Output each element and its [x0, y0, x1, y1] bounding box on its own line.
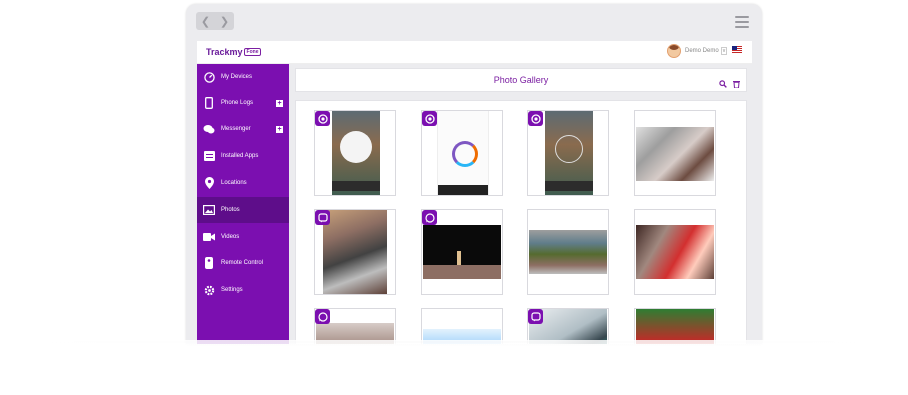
app-screen: Trackmy Fone Demo Demo v My Devices Phone… [197, 41, 752, 344]
avatar [667, 44, 681, 58]
whatsapp-icon [422, 210, 437, 225]
camera-shutter-icon [528, 111, 543, 126]
photo-thumbnail[interactable] [421, 308, 503, 344]
chat-icon [203, 123, 215, 135]
sidebar-item-messenger[interactable]: Messenger + [197, 116, 289, 142]
chevron-left-icon[interactable]: ❮ [201, 15, 210, 28]
sidebar-item-label: Settings [221, 287, 243, 293]
main-content: Photo Gallery [289, 64, 752, 344]
browser-nav-buttons[interactable]: ❮ ❯ [196, 12, 234, 30]
sidebar: My Devices Phone Logs + Messenger + Inst… [197, 64, 289, 344]
sidebar-item-remote-control[interactable]: Remote Control [197, 250, 289, 276]
logo[interactable]: Trackmy Fone [206, 47, 262, 57]
sidebar-item-label: Videos [221, 234, 240, 240]
photo-thumbnail[interactable] [634, 308, 716, 344]
photo-thumbnail[interactable] [527, 209, 609, 295]
image-icon [203, 204, 215, 216]
user-name: Demo Demo [685, 48, 719, 54]
apps-icon [203, 150, 215, 162]
chevron-right-icon[interactable]: ❯ [220, 15, 229, 28]
whatsapp-icon [315, 309, 330, 324]
hamburger-icon[interactable] [735, 16, 749, 31]
sidebar-item-label: Locations [221, 180, 247, 186]
us-flag-icon[interactable] [732, 46, 742, 53]
photo-grid [295, 100, 747, 344]
sidebar-item-label: Installed Apps [221, 153, 259, 159]
photo-thumbnail[interactable] [314, 110, 396, 196]
pin-icon [203, 177, 215, 189]
top-bar: Trackmy Fone Demo Demo v [197, 41, 752, 64]
expand-icon[interactable]: + [276, 99, 283, 107]
sidebar-item-photos[interactable]: Photos [197, 197, 289, 223]
logo-text: Trackmy [206, 47, 243, 57]
photo-thumbnail[interactable] [421, 209, 503, 295]
remote-icon [203, 257, 215, 269]
sidebar-item-label: Photos [221, 207, 240, 213]
sidebar-item-settings[interactable]: Settings [197, 277, 289, 303]
photo-thumbnail[interactable] [634, 209, 716, 295]
viber-icon [315, 210, 330, 225]
viber-icon [528, 309, 543, 324]
search-icon[interactable] [719, 75, 727, 93]
camera-shutter-icon [422, 111, 437, 126]
photo-thumbnail[interactable] [527, 110, 609, 196]
sidebar-item-phone-logs[interactable]: Phone Logs + [197, 90, 289, 116]
sidebar-item-locations[interactable]: Locations [197, 170, 289, 196]
trash-icon[interactable] [733, 75, 740, 93]
expand-icon[interactable]: + [276, 125, 283, 133]
photo-thumbnail[interactable] [314, 308, 396, 344]
photo-thumbnail[interactable] [421, 110, 503, 196]
sidebar-item-label: My Devices [221, 74, 253, 80]
sidebar-item-my-devices[interactable]: My Devices [197, 64, 289, 90]
reflection-fade [0, 340, 908, 395]
camera-shutter-icon [315, 111, 330, 126]
video-icon [203, 231, 215, 243]
phone-icon [203, 97, 215, 109]
gear-icon [203, 284, 215, 296]
sidebar-item-label: Messenger [221, 126, 251, 132]
chevron-down-icon[interactable]: v [720, 47, 728, 55]
photo-thumbnail[interactable] [527, 308, 609, 344]
sidebar-item-label: Remote Control [221, 260, 264, 266]
sidebar-item-installed-apps[interactable]: Installed Apps [197, 143, 289, 169]
page-title: Photo Gallery [493, 75, 549, 85]
gallery-header: Photo Gallery [295, 68, 747, 92]
sidebar-item-videos[interactable]: Videos [197, 224, 289, 250]
photo-thumbnail[interactable] [314, 209, 396, 295]
sidebar-item-label: Phone Logs [221, 100, 254, 106]
photo-thumbnail[interactable] [634, 110, 716, 196]
logo-box: Fone [243, 48, 262, 56]
gauge-icon [203, 71, 215, 83]
user-menu[interactable]: Demo Demo v [667, 44, 728, 58]
